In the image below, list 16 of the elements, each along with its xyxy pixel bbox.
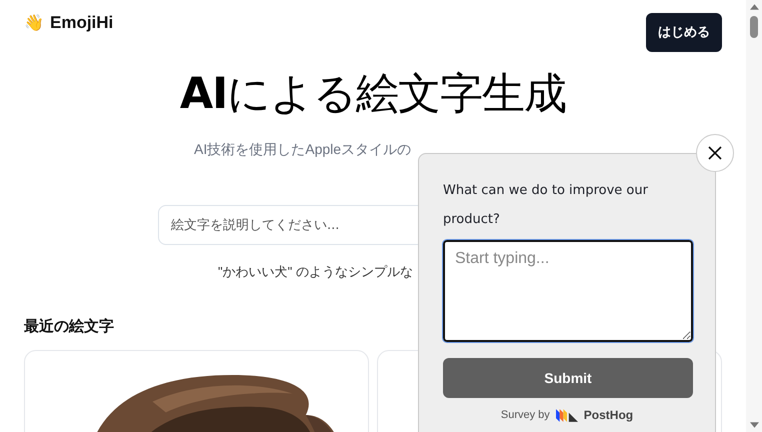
scrollbar-thumb[interactable] [750, 16, 758, 38]
scroll-up-icon[interactable] [750, 4, 758, 10]
section-heading: 最近の絵文字 [24, 317, 115, 336]
scroll-down-icon[interactable] [750, 422, 758, 428]
page-title: AIによる絵文字生成 [178, 68, 568, 121]
close-icon[interactable] [696, 134, 734, 172]
logo-text[interactable]: EmojiHi [50, 13, 114, 33]
start-button[interactable]: はじめる [646, 12, 722, 52]
posthog-link[interactable]: PostHog [584, 408, 634, 422]
answer-field[interactable]: Start typing... [443, 240, 693, 342]
survey-by-text: Survey by [500, 409, 550, 421]
subtitle: AI技術を使用したAppleスタイルの [194, 141, 412, 159]
posthog-logo-icon [556, 408, 578, 422]
waving-hand-icon: 👋 [24, 13, 44, 33]
submit-button[interactable]: Submit [443, 358, 693, 398]
hint-text: "かわいい犬" のようなシンプルな [218, 263, 414, 281]
